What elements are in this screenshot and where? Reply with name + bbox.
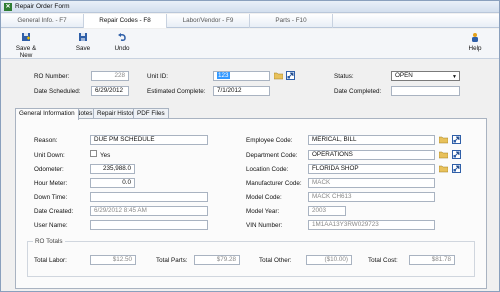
user-name-label: User Name: (34, 222, 68, 229)
date-created-label: Date Created: (34, 208, 74, 215)
total-cost-label: Total Cost: (368, 257, 398, 264)
model-code-field: MACK CH613 (308, 192, 435, 202)
date-completed-field[interactable] (391, 86, 460, 96)
odometer-field[interactable]: 235,988.0 (90, 164, 135, 174)
reason-field[interactable]: DUE PM SCHEDULE (90, 135, 208, 145)
hour-meter-field[interactable]: 0.0 (90, 178, 135, 188)
reason-label: Reason: (34, 137, 58, 144)
total-cost-field: $81.78 (409, 255, 455, 265)
department-code-label: Department Code: (246, 152, 298, 159)
manufacturer-code-label: Manufacturer Code: (246, 180, 302, 187)
unit-down-label: Unit Down: (34, 152, 65, 159)
status-value: OPEN (395, 72, 413, 79)
location-open-record-icon[interactable] (452, 164, 461, 173)
help-icon (472, 33, 478, 42)
hour-meter-label: Hour Meter: (34, 180, 68, 187)
manufacturer-code-field: MACK (308, 178, 435, 188)
location-code-field[interactable]: FLORIDA SHOP (308, 164, 435, 174)
save-and-new-label: Save & New (15, 45, 37, 59)
down-time-label: Down Time: (34, 194, 68, 201)
undo-button[interactable]: Undo (112, 32, 132, 52)
title-bar: ✕ Repair Order Form (1, 1, 499, 13)
save-and-new-button[interactable]: Save & New (9, 32, 43, 59)
repair-order-window: ✕ Repair Order Form General Info. - F7 R… (0, 0, 500, 292)
status-select[interactable]: OPEN ▼ (391, 71, 460, 81)
save-label: Save (75, 45, 91, 52)
employee-open-record-icon[interactable] (452, 135, 461, 144)
model-code-label: Model Code: (246, 194, 282, 201)
floppy-icon (79, 33, 87, 41)
status-label: Status: (334, 73, 354, 80)
date-scheduled-label: Date Scheduled: (34, 88, 81, 95)
save-button[interactable]: Save (73, 32, 93, 52)
estimated-complete-field[interactable]: 7/1/2012 (213, 86, 270, 96)
tab-general-info[interactable]: General Info. - F7 (1, 14, 84, 28)
location-code-label: Location Code: (246, 166, 289, 173)
unit-id-label: Unit ID: (147, 73, 168, 80)
department-lookup-folder-icon[interactable] (439, 150, 448, 159)
user-name-field[interactable] (90, 220, 208, 230)
total-labor-field: $12.50 (90, 255, 136, 265)
vin-number-field: 1M1AA13Y3RW029723 (308, 220, 435, 230)
undo-icon (118, 33, 126, 41)
total-parts-field: $79.28 (194, 255, 240, 265)
ro-number-label: RO Number: (34, 73, 70, 80)
unit-down-yes-label: Yes (100, 152, 111, 159)
top-tab-strip: General Info. - F7 Repair Codes - F8 Lab… (1, 14, 499, 28)
department-open-record-icon[interactable] (452, 150, 461, 159)
date-completed-label: Date Completed: (334, 88, 382, 95)
window-title: Repair Order Form (15, 3, 70, 10)
unit-id-lookup-folder-icon[interactable] (274, 71, 283, 80)
employee-code-label: Employee Code: (246, 137, 293, 144)
toolbar: Save & New Save Undo Help (1, 29, 499, 59)
ro-totals-heading: RO Totals (33, 238, 65, 245)
help-button[interactable]: Help (465, 32, 485, 52)
tab-general-information[interactable]: General Information (15, 108, 79, 120)
model-year-field: 2003 (308, 206, 346, 216)
employee-lookup-folder-icon[interactable] (439, 135, 448, 144)
app-icon: ✕ (4, 3, 12, 11)
vin-number-label: VIN Number: (246, 222, 283, 229)
odometer-label: Odometer: (34, 166, 64, 173)
department-code-field[interactable]: OPERATIONS (308, 150, 435, 160)
undo-label: Undo (114, 45, 130, 52)
unit-id-field[interactable]: 123 (213, 71, 270, 81)
ro-number-field[interactable]: 228 (91, 71, 129, 81)
estimated-complete-label: Estimated Complete: (147, 88, 206, 95)
tab-parts[interactable]: Parts - F10 (250, 14, 333, 28)
date-scheduled-field[interactable]: 6/29/2012 (91, 86, 129, 96)
unit-id-open-record-icon[interactable] (286, 71, 295, 80)
employee-code-field[interactable]: MERICAL, BILL (308, 135, 435, 145)
help-label: Help (468, 45, 482, 52)
save-new-icon (22, 33, 30, 41)
total-other-label: Total Other: (259, 257, 292, 264)
tab-labor-vendor[interactable]: Labor/Vendor - F9 (167, 14, 250, 28)
date-created-field: 6/29/2012 8:45 AM (90, 206, 208, 216)
total-other-field: ($10.00) (306, 255, 352, 265)
model-year-label: Model Year: (246, 208, 280, 215)
unit-id-value: 123 (217, 72, 230, 79)
total-labor-label: Total Labor: (34, 257, 67, 264)
chevron-down-icon: ▼ (452, 74, 457, 80)
location-lookup-folder-icon[interactable] (439, 164, 448, 173)
unit-down-checkbox[interactable] (90, 150, 97, 157)
total-parts-label: Total Parts: (156, 257, 188, 264)
tab-repair-codes[interactable]: Repair Codes - F8 (84, 14, 167, 28)
down-time-field[interactable] (90, 192, 208, 202)
